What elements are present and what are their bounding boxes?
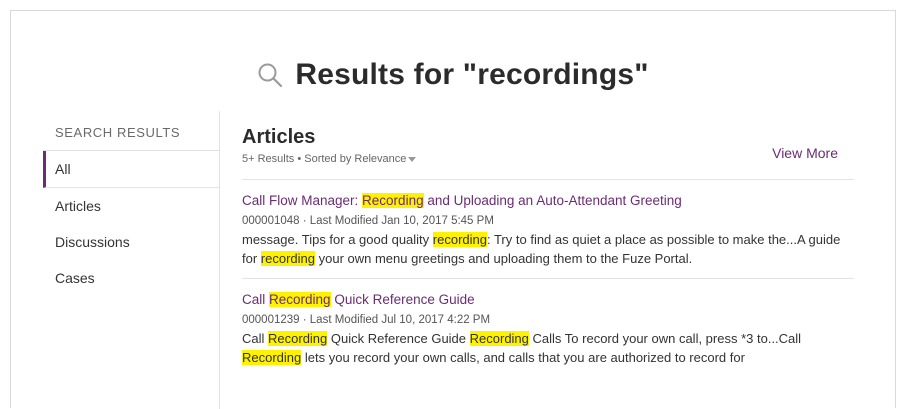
sidebar-item-articles[interactable]: Articles — [43, 188, 219, 224]
column-divider — [219, 111, 220, 409]
main-content: Articles 5+ Results • Sorted by Relevanc… — [242, 125, 854, 377]
result-title-text: Call — [242, 292, 270, 307]
highlight: Recording — [362, 193, 424, 208]
sidebar-heading: SEARCH RESULTS — [43, 125, 219, 151]
results-header: Results for "recordings" — [11, 47, 895, 103]
snippet-text: message. Tips for a good quality — [242, 232, 433, 247]
result-title-link[interactable]: Call Flow Manager: Recording and Uploadi… — [242, 192, 854, 210]
highlight: recording — [432, 232, 487, 247]
highlight: Recording — [269, 292, 331, 307]
snippet-text: Call — [242, 331, 269, 346]
section-title: Articles — [242, 126, 316, 148]
view-more-link[interactable]: View More — [772, 145, 838, 161]
page-title-query: "recordings" — [462, 58, 649, 91]
sidebar-item-discussions[interactable]: Discussions — [43, 224, 219, 260]
result-meta: 000001048 · Last Modified Jan 10, 2017 5… — [242, 215, 494, 227]
results-summary-label: 5+ Results • Sorted by Relevance — [242, 153, 407, 165]
result-title-text: Call Flow Manager: — [242, 193, 363, 208]
search-results-page: Results for "recordings" SEARCH RESULTS … — [10, 10, 896, 409]
result-snippet: Call Recording Quick Reference Guide Rec… — [242, 329, 854, 367]
caret-down-icon[interactable] — [408, 156, 417, 162]
sidebar-item-all[interactable]: All — [43, 151, 219, 188]
result-title-text: and Uploading an Auto-Attendant Greeting — [423, 193, 682, 208]
snippet-text: Calls To record your own call, press *3 … — [528, 331, 802, 346]
page-title-prefix: Results for — [295, 58, 463, 91]
result-snippet: message. Tips for a good quality recordi… — [242, 230, 854, 268]
result-title-link[interactable]: Call Recording Quick Reference Guide — [242, 291, 854, 309]
page-title: Results for "recordings" — [295, 58, 648, 92]
snippet-text: your own menu greetings and uploading th… — [315, 251, 693, 266]
highlight: Recording — [469, 331, 529, 346]
result-item: Call Recording Quick Reference Guide 000… — [242, 279, 854, 377]
search-icon — [257, 62, 283, 88]
sidebar: SEARCH RESULTS All Articles Discussions … — [43, 125, 219, 296]
sidebar-item-cases[interactable]: Cases — [43, 260, 219, 296]
result-item: Call Flow Manager: Recording and Uploadi… — [242, 180, 854, 279]
result-title-text: Quick Reference Guide — [330, 292, 475, 307]
snippet-text: lets you record your own calls, and call… — [301, 350, 745, 365]
highlight: recording — [260, 251, 315, 266]
highlight: Recording — [268, 331, 328, 346]
highlight: Recording — [242, 350, 302, 365]
results-summary[interactable]: 5+ Results • Sorted by Relevance — [242, 153, 854, 165]
snippet-text: Quick Reference Guide — [327, 331, 470, 346]
result-meta: 000001239 · Last Modified Jul 10, 2017 4… — [242, 314, 491, 326]
